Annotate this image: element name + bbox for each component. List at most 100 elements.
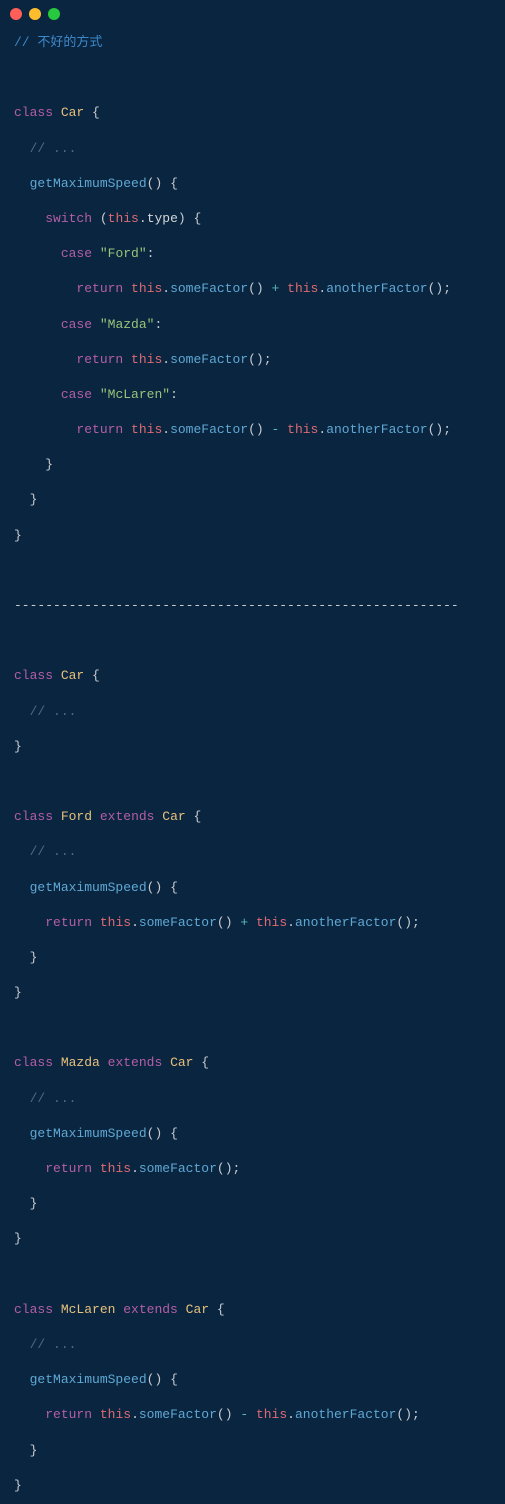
class-name: Car <box>162 809 185 824</box>
method-name: getMaximumSpeed <box>30 880 147 895</box>
keyword-return: return <box>76 281 123 296</box>
paren: ) <box>154 1372 162 1387</box>
prop-type: type <box>147 211 178 226</box>
paren: ( <box>147 1372 155 1387</box>
operator-minus: - <box>240 1407 248 1422</box>
paren: ) <box>154 880 162 895</box>
method-name: getMaximumSpeed <box>30 1126 147 1141</box>
dot: . <box>162 352 170 367</box>
method-call: someFactor <box>170 422 248 437</box>
method-call: someFactor <box>170 281 248 296</box>
keyword-this: this <box>287 422 318 437</box>
string-literal: "McLaren" <box>100 387 170 402</box>
separator-line: ----------------------------------------… <box>14 597 491 615</box>
dot: . <box>162 281 170 296</box>
brace-open: { <box>92 105 100 120</box>
brace-close: } <box>30 950 38 965</box>
colon: : <box>170 387 178 402</box>
brace-open: { <box>217 1302 225 1317</box>
method-call: someFactor <box>139 1161 217 1176</box>
class-name: Mazda <box>61 1055 100 1070</box>
paren: ( <box>217 1161 225 1176</box>
brace-open: { <box>170 1372 178 1387</box>
keyword-this: this <box>287 281 318 296</box>
keyword-this: this <box>100 1161 131 1176</box>
paren: ) <box>225 915 233 930</box>
paren: ( <box>396 1407 404 1422</box>
method-call: anotherFactor <box>326 422 427 437</box>
dot: . <box>162 422 170 437</box>
paren: ( <box>217 915 225 930</box>
comment-ellipsis: // ... <box>30 141 77 156</box>
paren: ( <box>248 422 256 437</box>
comment-ellipsis: // ... <box>30 704 77 719</box>
dot: . <box>131 915 139 930</box>
keyword-this: this <box>256 915 287 930</box>
titlebar <box>0 0 505 28</box>
semicolon: ; <box>233 1161 241 1176</box>
semicolon: ; <box>412 915 420 930</box>
close-icon[interactable] <box>10 8 22 20</box>
comment-text: // 不好的方式 <box>14 35 102 50</box>
method-name: getMaximumSpeed <box>30 176 147 191</box>
brace-close: } <box>14 739 22 754</box>
brace-close: } <box>45 457 53 472</box>
comment-ellipsis: // ... <box>30 844 77 859</box>
paren: ) <box>256 352 264 367</box>
semicolon: ; <box>412 1407 420 1422</box>
dot: . <box>139 211 147 226</box>
paren: ) <box>256 422 264 437</box>
keyword-class: class <box>14 809 53 824</box>
keyword-this: this <box>100 1407 131 1422</box>
brace-open: { <box>170 880 178 895</box>
method-call: anotherFactor <box>295 915 396 930</box>
paren: ( <box>217 1407 225 1422</box>
class-name: Car <box>186 1302 209 1317</box>
keyword-extends: extends <box>108 1055 163 1070</box>
method-call: someFactor <box>170 352 248 367</box>
keyword-this: this <box>131 422 162 437</box>
paren: ( <box>147 880 155 895</box>
keyword-extends: extends <box>100 809 155 824</box>
method-call: someFactor <box>139 1407 217 1422</box>
minimize-icon[interactable] <box>29 8 41 20</box>
keyword-this: this <box>256 1407 287 1422</box>
method-name: getMaximumSpeed <box>30 1372 147 1387</box>
paren: ) <box>178 211 186 226</box>
comment-ellipsis: // ... <box>30 1091 77 1106</box>
method-call: anotherFactor <box>326 281 427 296</box>
dot: . <box>131 1161 139 1176</box>
keyword-switch: switch <box>45 211 92 226</box>
paren: ( <box>100 211 108 226</box>
keyword-return: return <box>76 352 123 367</box>
class-name: Ford <box>61 809 92 824</box>
brace-open: { <box>170 176 178 191</box>
paren: ) <box>225 1407 233 1422</box>
semicolon: ; <box>443 422 451 437</box>
keyword-class: class <box>14 1302 53 1317</box>
paren: ) <box>225 1161 233 1176</box>
keyword-return: return <box>76 422 123 437</box>
colon: : <box>147 246 155 261</box>
paren: ( <box>147 1126 155 1141</box>
zoom-icon[interactable] <box>48 8 60 20</box>
brace-close: } <box>14 1478 22 1493</box>
string-literal: "Mazda" <box>100 317 155 332</box>
brace-open: { <box>92 668 100 683</box>
string-literal: "Ford" <box>100 246 147 261</box>
dot: . <box>131 1407 139 1422</box>
keyword-this: this <box>100 915 131 930</box>
paren: ( <box>248 281 256 296</box>
dot: . <box>287 1407 295 1422</box>
keyword-return: return <box>45 1407 92 1422</box>
operator-plus: + <box>272 281 280 296</box>
keyword-return: return <box>45 915 92 930</box>
keyword-class: class <box>14 668 53 683</box>
paren: ) <box>256 281 264 296</box>
colon: : <box>154 317 162 332</box>
code-block: // 不好的方式 class Car { // ... getMaximumSp… <box>0 28 505 1504</box>
method-call: someFactor <box>139 915 217 930</box>
operator-minus: - <box>272 422 280 437</box>
keyword-case: case <box>61 387 92 402</box>
brace-close: } <box>30 1196 38 1211</box>
